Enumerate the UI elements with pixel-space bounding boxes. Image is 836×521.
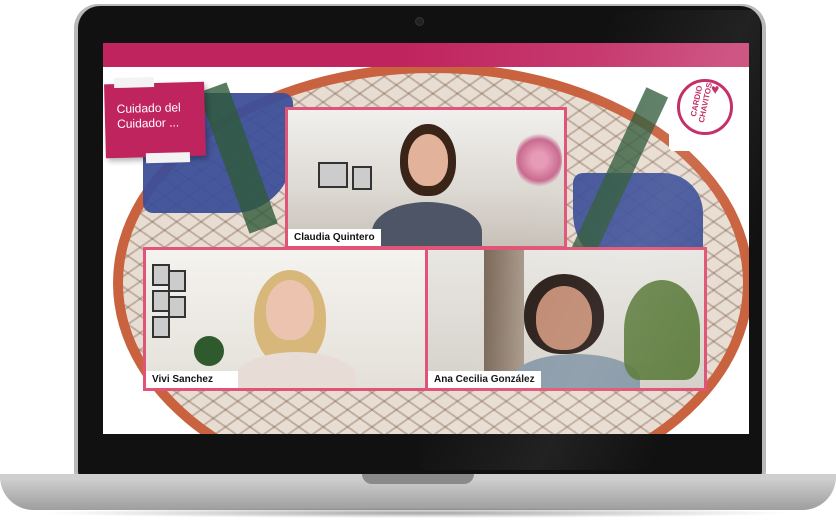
top-banner-highlight [403, 43, 749, 67]
participant-body [236, 352, 356, 388]
session-title-card: Cuidado del Cuidador ... [104, 77, 206, 164]
laptop-shadow [40, 508, 796, 518]
video-call-screen: Cuidado del Cuidador ... CARDIO CHAVITOS… [103, 43, 749, 434]
plant [194, 336, 224, 366]
brand-logo: CARDIO CHAVITOS ♥ [669, 71, 743, 151]
wall-picture [318, 162, 348, 188]
participant-name-label: Claudia Quintero [288, 229, 381, 246]
wall-picture [152, 316, 170, 338]
webcam-icon [415, 17, 424, 26]
session-title: Cuidado del Cuidador ... [116, 100, 181, 131]
video-tile[interactable]: Ana Cecilia González [425, 247, 707, 391]
participant-face [266, 280, 314, 340]
flowers [516, 130, 562, 190]
laptop-mockup: Cuidado del Cuidador ... CARDIO CHAVITOS… [0, 0, 836, 521]
wall-picture [168, 270, 186, 292]
participant-name-label: Vivi Sanchez [146, 371, 238, 388]
laptop-notch [362, 474, 474, 484]
participant-face [536, 286, 592, 350]
wall-picture [168, 296, 186, 318]
participant-face [408, 134, 448, 186]
participant-body [372, 202, 482, 246]
video-tile[interactable]: Claudia Quintero [285, 107, 567, 249]
plant [624, 280, 700, 380]
tape-decoration [113, 77, 155, 89]
tape-decoration [145, 152, 191, 164]
heart-icon: ♥ [711, 81, 720, 97]
video-tile[interactable]: Vivi Sanchez [143, 247, 429, 391]
participant-name-label: Ana Cecilia González [428, 371, 541, 388]
wall-picture [352, 166, 372, 190]
